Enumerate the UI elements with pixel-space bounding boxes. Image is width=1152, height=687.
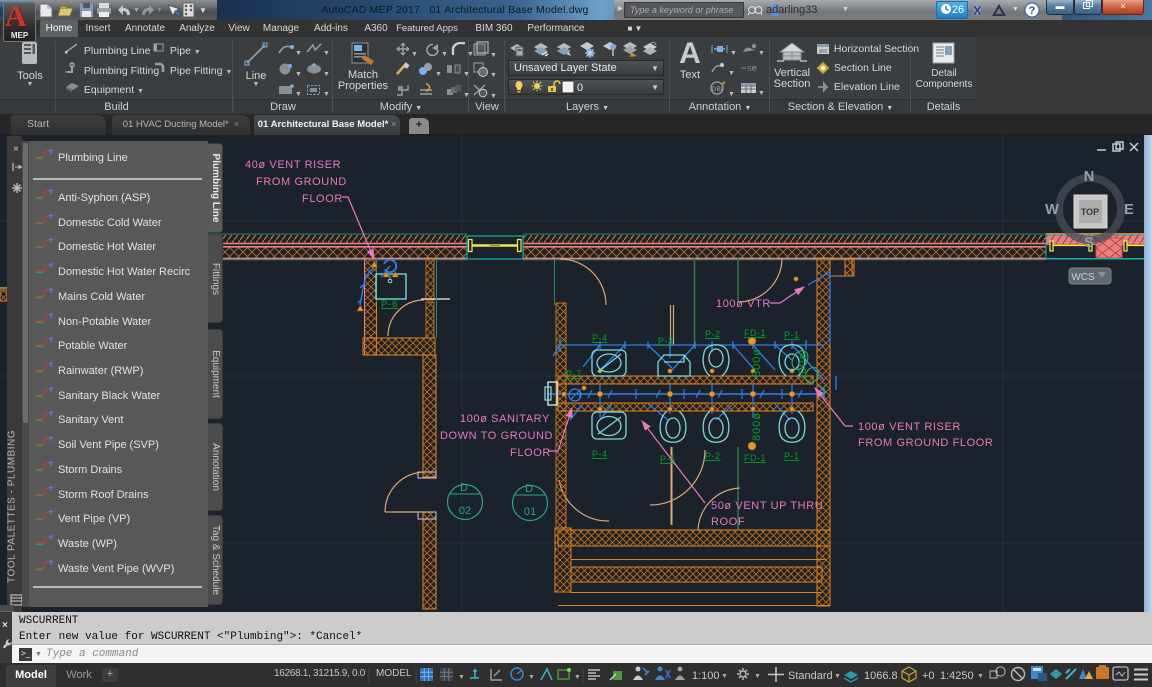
- svg-text:▼: ▼: [156, 7, 163, 14]
- svg-text:1:4250: 1:4250: [940, 670, 974, 682]
- svg-text:DOWN TO GROUND: DOWN TO GROUND: [440, 430, 553, 442]
- svg-text:02: 02: [459, 505, 471, 517]
- svg-text:WCS: WCS: [1071, 272, 1095, 283]
- svg-text:P-2: P-2: [705, 329, 721, 339]
- svg-text:▼: ▼: [458, 674, 465, 681]
- svg-text:P-3: P-3: [658, 336, 674, 346]
- svg-text:D: D: [460, 482, 468, 494]
- svg-text:S: S: [1084, 235, 1094, 251]
- svg-text:100ø VENT RISER: 100ø VENT RISER: [858, 421, 961, 433]
- svg-text:P-2: P-2: [705, 451, 721, 461]
- svg-text:P-4: P-4: [592, 449, 608, 459]
- svg-text:N: N: [1084, 169, 1094, 185]
- svg-text:100ø SANITARY: 100ø SANITARY: [460, 413, 550, 425]
- svg-text:FLOOR: FLOOR: [302, 193, 343, 205]
- svg-text:+0: +0: [922, 670, 935, 682]
- svg-text:1:100: 1:100: [692, 670, 720, 682]
- svg-text:TOP: TOP: [1081, 207, 1099, 217]
- svg-text:SC: SC: [747, 66, 757, 73]
- svg-text:800ø: 800ø: [751, 412, 763, 441]
- svg-text:DBl: DBl: [712, 86, 723, 93]
- svg-text:50ø VENT UP THRU: 50ø VENT UP THRU: [711, 500, 823, 512]
- svg-text:01: 01: [524, 506, 536, 518]
- svg-text:▼: ▼: [133, 7, 140, 14]
- svg-text:P-1: P-1: [784, 330, 800, 340]
- svg-text:▼: ▼: [977, 673, 984, 680]
- svg-text:100ø: 100ø: [797, 352, 809, 381]
- svg-text:FD-1: FD-1: [744, 328, 766, 338]
- svg-text:W: W: [1045, 202, 1059, 218]
- svg-text:1066.8: 1066.8: [864, 670, 898, 682]
- svg-text:▼: ▼: [528, 674, 535, 681]
- svg-text:E: E: [1124, 202, 1134, 218]
- svg-text:▼: ▼: [834, 673, 841, 680]
- svg-text:800ø: 800ø: [751, 348, 763, 377]
- svg-text:Standard: Standard: [788, 670, 833, 682]
- svg-text:FLOOR: FLOOR: [510, 447, 551, 459]
- svg-text:40ø VENT RISER: 40ø VENT RISER: [245, 159, 341, 171]
- svg-text:FD-1: FD-1: [744, 453, 766, 463]
- svg-text:ROOF: ROOF: [711, 516, 745, 528]
- svg-text:P-6: P-6: [381, 299, 398, 310]
- svg-text:▼: ▼: [574, 674, 581, 681]
- svg-text:▼: ▼: [199, 6, 207, 15]
- svg-text:?: ?: [1029, 5, 1036, 17]
- svg-text:P-1: P-1: [784, 451, 800, 461]
- svg-text:P-4: P-4: [592, 333, 608, 343]
- svg-text:FROM GROUND FLOOR: FROM GROUND FLOOR: [858, 437, 993, 449]
- svg-text:100ø VTR: 100ø VTR: [716, 298, 771, 310]
- svg-text:▼: ▼: [721, 673, 728, 680]
- svg-text:D: D: [525, 483, 533, 495]
- svg-text:▼: ▼: [754, 673, 761, 680]
- svg-text:FROM GROUND: FROM GROUND: [256, 176, 347, 188]
- svg-text:P-7: P-7: [566, 369, 582, 379]
